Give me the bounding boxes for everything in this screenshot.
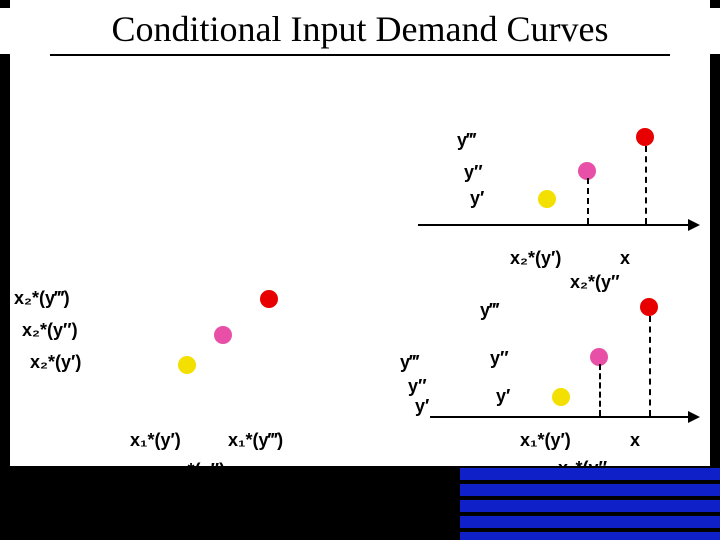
axis-c bbox=[430, 416, 690, 418]
label-x1y2-bot: x₁*(y″) bbox=[170, 460, 225, 481]
dash-c-y2 bbox=[599, 364, 601, 416]
dot-y2-left bbox=[214, 326, 232, 344]
label-y1-top: y′ bbox=[470, 188, 484, 209]
label-c-y2: y″ bbox=[490, 348, 509, 369]
label-y2-top: y″ bbox=[464, 162, 483, 183]
dash-y3-top bbox=[645, 146, 647, 224]
axis-top bbox=[418, 224, 690, 226]
dash-y2-top bbox=[587, 178, 589, 224]
dot-y1-top bbox=[538, 190, 556, 208]
axis-top-arrow bbox=[688, 219, 700, 231]
label-c-y3a: y‴ bbox=[400, 352, 419, 373]
dot-y3-top bbox=[636, 128, 654, 146]
label-c-y3: y‴ bbox=[480, 300, 499, 321]
dash-c-y3 bbox=[649, 316, 651, 416]
label-c-y1: y′ bbox=[496, 386, 510, 407]
axis-c-arrow bbox=[688, 411, 700, 423]
label-x1y3-bot: x₁*(y‴) bbox=[228, 430, 283, 451]
dot-c-y1 bbox=[552, 388, 570, 406]
title-underline bbox=[50, 54, 670, 56]
label-x2y2-left: x₂*(y″) bbox=[22, 320, 78, 341]
label-x-top: x bbox=[620, 248, 630, 269]
label-x1y1-bot: x₁*(y′) bbox=[130, 430, 181, 451]
label-c-y1a: y′ bbox=[415, 396, 429, 417]
label-x2y1-top: x₂*(y′) bbox=[510, 248, 561, 269]
decorative-stripes bbox=[460, 440, 720, 540]
label-x2y3-left: x₂*(y‴) bbox=[14, 288, 70, 309]
label-c-y2a: y″ bbox=[408, 376, 427, 397]
label-x2y2-top: x₂*(y″ bbox=[570, 272, 620, 293]
dot-y1-left bbox=[178, 356, 196, 374]
label-x2y1-left: x₂*(y′) bbox=[30, 352, 81, 373]
label-y3-top: y‴ bbox=[457, 130, 476, 151]
dot-y3-left bbox=[260, 290, 278, 308]
page-title: Conditional Input Demand Curves bbox=[0, 8, 720, 54]
dot-c-y3 bbox=[640, 298, 658, 316]
